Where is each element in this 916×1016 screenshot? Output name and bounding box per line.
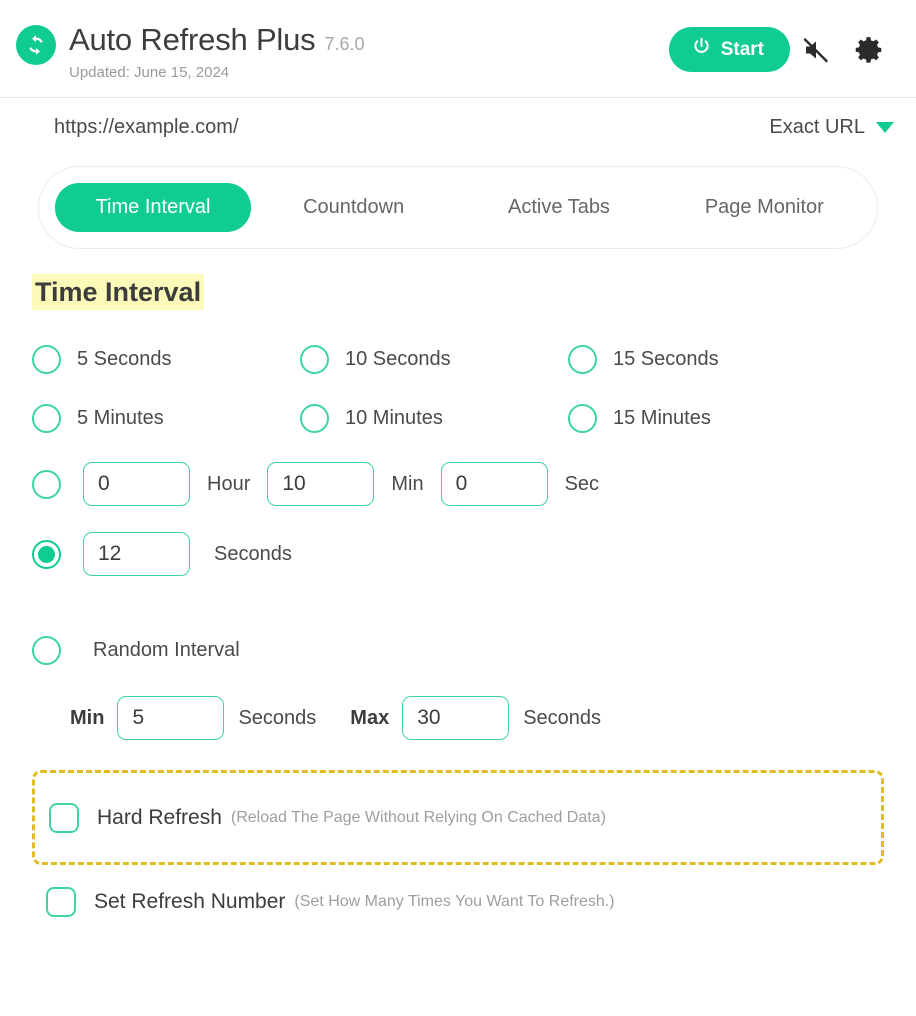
title-line: Auto Refresh Plus 7.6.0: [69, 20, 365, 60]
random-max-label: Max: [350, 706, 390, 729]
start-button-label: Start: [720, 38, 764, 60]
radio-random-interval[interactable]: [32, 635, 61, 665]
url-value[interactable]: https://example.com/: [54, 116, 769, 139]
hard-refresh-hint: (Reload The Page Without Relying On Cach…: [230, 808, 606, 826]
time-interval-panel: 5 Seconds 10 Seconds 15 Seconds 5 Minute…: [0, 330, 916, 917]
seconds-interval-row: Seconds: [32, 522, 884, 586]
tabs-container: Time Interval Countdown Active Tabs Page…: [0, 157, 916, 249]
tab-active-tabs[interactable]: Active Tabs: [456, 183, 661, 232]
random-interval-label: Random Interval: [93, 638, 240, 661]
minute-unit-label: Min: [391, 472, 424, 495]
random-min-input[interactable]: [117, 696, 225, 740]
gear-icon[interactable]: [842, 27, 894, 72]
random-min-label: Min: [70, 706, 105, 729]
hard-refresh-highlight-box: Hard Refresh (Reload The Page Without Re…: [32, 770, 884, 865]
start-button[interactable]: Start: [668, 27, 790, 72]
tab-time-interval[interactable]: Time Interval: [55, 183, 251, 232]
updated-label: Updated: June 15, 2024: [69, 64, 230, 81]
preset-label: 5 Minutes: [77, 407, 164, 429]
chevron-down-icon: [876, 122, 894, 133]
checkbox-set-refresh-number[interactable]: [46, 887, 76, 917]
url-match-mode-dropdown[interactable]: Exact URL: [769, 116, 894, 139]
custom-time-row: Hour Min Sec: [32, 452, 884, 516]
radio-15-minutes[interactable]: [568, 404, 597, 433]
random-minmax-row: Min Seconds Max Seconds: [32, 690, 884, 746]
section-heading: Time Interval: [32, 274, 205, 310]
checkbox-hard-refresh[interactable]: [49, 802, 79, 833]
speaker-muted-icon[interactable]: [790, 27, 842, 72]
header-actions: Start: [668, 20, 894, 72]
preset-option-5-minutes[interactable]: 5 Minutes: [32, 389, 300, 448]
hour-input[interactable]: [83, 462, 190, 506]
random-interval-row[interactable]: Random Interval: [32, 622, 884, 678]
hard-refresh-row[interactable]: Hard Refresh (Reload The Page Without Re…: [49, 802, 606, 833]
tab-page-monitor[interactable]: Page Monitor: [662, 183, 867, 232]
url-match-mode-label: Exact URL: [769, 116, 865, 138]
section-heading-wrap: Time Interval: [0, 249, 916, 310]
set-refresh-number-label: Set Refresh Number: [94, 890, 286, 913]
radio-5-seconds[interactable]: [32, 345, 61, 374]
preset-label: 10 Seconds: [345, 348, 451, 370]
random-min-unit: Seconds: [238, 706, 317, 729]
preset-option-10-seconds[interactable]: 10 Seconds: [300, 330, 568, 389]
version-label: 7.6.0: [324, 34, 365, 54]
set-refresh-number-hint: (Set How Many Times You Want To Refresh.…: [294, 893, 615, 910]
radio-custom-time[interactable]: [32, 469, 61, 499]
second-input[interactable]: [440, 462, 548, 506]
preset-label: 5 Seconds: [77, 348, 172, 370]
app-header: Auto Refresh Plus 7.6.0 Updated: June 15…: [0, 0, 916, 98]
radio-15-seconds[interactable]: [568, 345, 597, 374]
seconds-interval-label: Seconds: [214, 542, 292, 565]
radio-5-minutes[interactable]: [32, 404, 61, 433]
hour-unit-label: Hour: [207, 472, 251, 495]
url-bar: https://example.com/ Exact URL: [0, 98, 916, 157]
preset-label: 10 Minutes: [345, 407, 443, 429]
preset-option-5-seconds[interactable]: 5 Seconds: [32, 330, 300, 389]
hard-refresh-label: Hard Refresh: [97, 805, 222, 829]
minute-input[interactable]: [267, 462, 375, 506]
page-title: Auto Refresh Plus: [69, 22, 316, 57]
random-max-input[interactable]: [402, 696, 510, 740]
power-icon: [691, 36, 712, 63]
seconds-interval-input[interactable]: [83, 532, 190, 576]
preset-option-15-minutes[interactable]: 15 Minutes: [568, 389, 884, 448]
tab-countdown[interactable]: Countdown: [251, 183, 456, 232]
preset-label: 15 Minutes: [613, 407, 711, 429]
preset-label: 15 Seconds: [613, 348, 719, 370]
brand-block: Auto Refresh Plus 7.6.0 Updated: June 15…: [16, 20, 669, 83]
random-max-unit: Seconds: [523, 706, 602, 729]
preset-interval-grid: 5 Seconds 10 Seconds 15 Seconds 5 Minute…: [32, 330, 884, 448]
preset-option-10-minutes[interactable]: 10 Minutes: [300, 389, 568, 448]
preset-option-15-seconds[interactable]: 15 Seconds: [568, 330, 884, 389]
brand-text: Auto Refresh Plus 7.6.0 Updated: June 15…: [69, 20, 365, 83]
second-unit-label: Sec: [564, 472, 600, 495]
tab-bar: Time Interval Countdown Active Tabs Page…: [38, 166, 878, 249]
set-refresh-number-row[interactable]: Set Refresh Number (Set How Many Times Y…: [32, 887, 884, 917]
refresh-circle-icon: [16, 25, 56, 65]
radio-10-minutes[interactable]: [300, 404, 329, 433]
radio-10-seconds[interactable]: [300, 345, 329, 374]
radio-seconds-interval[interactable]: [32, 539, 61, 569]
